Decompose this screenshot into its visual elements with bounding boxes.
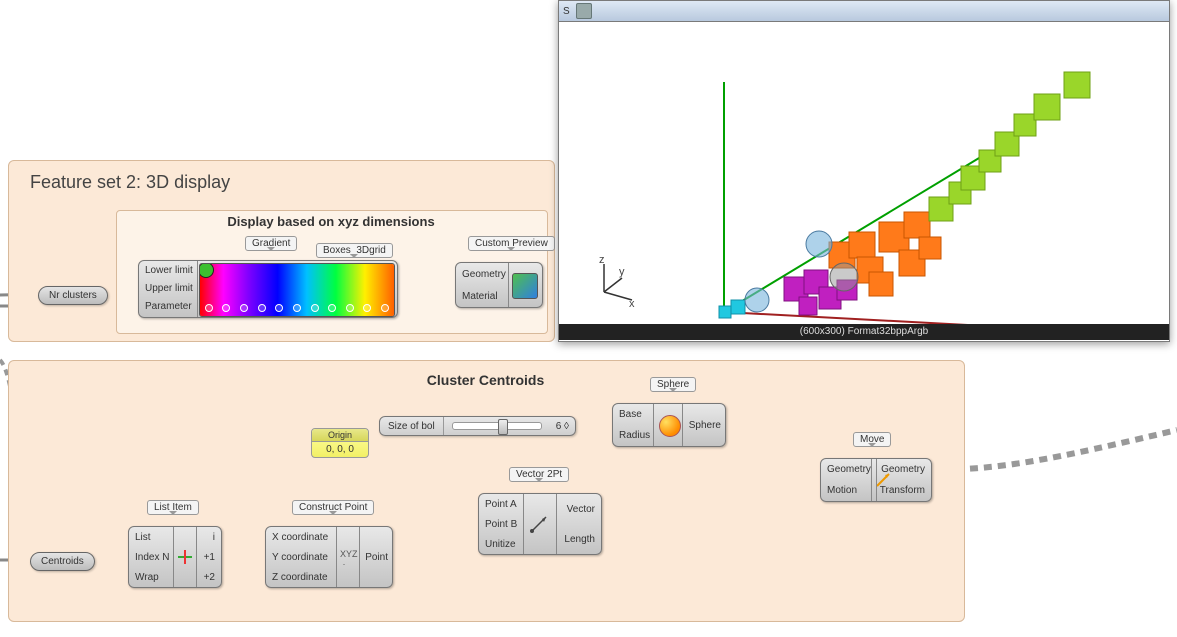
gradient-in-param: Parameter	[141, 301, 196, 312]
sp-in-base: Base	[615, 409, 646, 420]
group-title-feature2: Feature set 2: 3D display	[30, 172, 230, 193]
panel-origin-body: 0, 0, 0	[312, 442, 368, 457]
group-centroids-title: Cluster Centroids	[8, 372, 963, 388]
panel-origin[interactable]: Origin 0, 0, 0	[311, 428, 369, 458]
v2-in-a: Point A	[481, 499, 521, 510]
sp-out-sphere: Sphere	[685, 420, 725, 431]
tag-custom-preview: Custom Preview	[468, 236, 555, 251]
preview-footer: (600x300) Format32bppArgb	[559, 324, 1169, 340]
image-icon	[576, 3, 592, 19]
tag-move: Move	[853, 432, 891, 447]
param-nr-clusters[interactable]: Nr clusters	[38, 286, 108, 305]
slider-value: 6 ◊	[550, 421, 575, 432]
axis-x: x	[629, 298, 635, 310]
li-in-list: List	[131, 532, 155, 543]
preview-svg	[559, 22, 1169, 324]
preview-viewport[interactable]: z y x	[559, 22, 1169, 324]
component-gradient[interactable]: Lower limit Upper limit Parameter	[138, 260, 398, 318]
vector-icon	[529, 514, 549, 537]
tag-list-item: List Item	[147, 500, 199, 515]
li-out-i: i	[209, 532, 219, 543]
sp-in-radius: Radius	[615, 430, 654, 441]
tag-gradient: Gradient	[245, 236, 297, 251]
li-in-wrap: Wrap	[131, 572, 163, 583]
canvas[interactable]: Feature set 2: 3D display Display based …	[0, 0, 1177, 637]
cp2-in-z: Z coordinate	[268, 572, 332, 583]
slider-size-of-bol[interactable]: Size of bol 6 ◊	[379, 416, 576, 436]
slider-label: Size of bol	[380, 417, 444, 435]
sphere-icon	[659, 415, 681, 437]
preview-title: S	[563, 6, 570, 17]
list-item-icon	[177, 549, 193, 565]
mv-in-motion: Motion	[823, 485, 861, 496]
subgroup-display-title: Display based on xyz dimensions	[116, 214, 546, 229]
param-centroids[interactable]: Centroids	[30, 552, 95, 571]
axis-y: y	[619, 266, 625, 278]
component-move[interactable]: Geometry Motion Geometry Transform	[820, 458, 932, 502]
component-vector2pt[interactable]: Point A Point B Unitize Vector Length	[478, 493, 602, 555]
component-construct-point[interactable]: X coordinate Y coordinate Z coordinate X…	[265, 526, 393, 588]
v2-out-vec: Vector	[563, 504, 599, 515]
li-out-1: +1	[200, 552, 219, 563]
tag-sphere: Sphere	[650, 377, 696, 392]
swatch-icon	[512, 273, 538, 299]
axis-z: z	[599, 254, 605, 266]
tag-boxes3d: Boxes_3Dgrid	[316, 243, 393, 258]
tag-construct-point: Construct Point	[292, 500, 374, 515]
cp2-in-x: X coordinate	[268, 532, 332, 543]
cp2-in-y: Y coordinate	[268, 552, 332, 563]
component-sphere[interactable]: Base Radius Sphere	[612, 403, 726, 447]
panel-origin-title: Origin	[312, 429, 368, 442]
gradient-in-upper: Upper limit	[141, 283, 197, 294]
preview-titlebar[interactable]: S	[559, 1, 1169, 22]
mv-out-geom: Geometry	[877, 464, 929, 475]
preview-window[interactable]: S	[558, 0, 1170, 342]
li-out-2: +2	[200, 572, 219, 583]
mv-out-xform: Transform	[876, 485, 929, 496]
cp-in-geometry: Geometry	[458, 269, 510, 280]
v2-in-u: Unitize	[481, 539, 520, 550]
component-list-item[interactable]: List Index N Wrap i +1 +2	[128, 526, 222, 588]
mv-in-geom: Geometry	[823, 464, 875, 475]
xyz-icon: XYZ ·	[340, 549, 358, 569]
li-in-index: Index N	[131, 552, 173, 563]
gradient-in-lower: Lower limit	[141, 265, 197, 276]
v2-out-len: Length	[560, 534, 599, 545]
component-custom-preview[interactable]: Geometry Material	[455, 262, 543, 308]
v2-in-b: Point B	[481, 519, 521, 530]
cp2-out-point: Point	[361, 552, 392, 563]
cp-in-material: Material	[458, 291, 502, 302]
tag-vector2pt: Vector 2Pt	[509, 467, 569, 482]
